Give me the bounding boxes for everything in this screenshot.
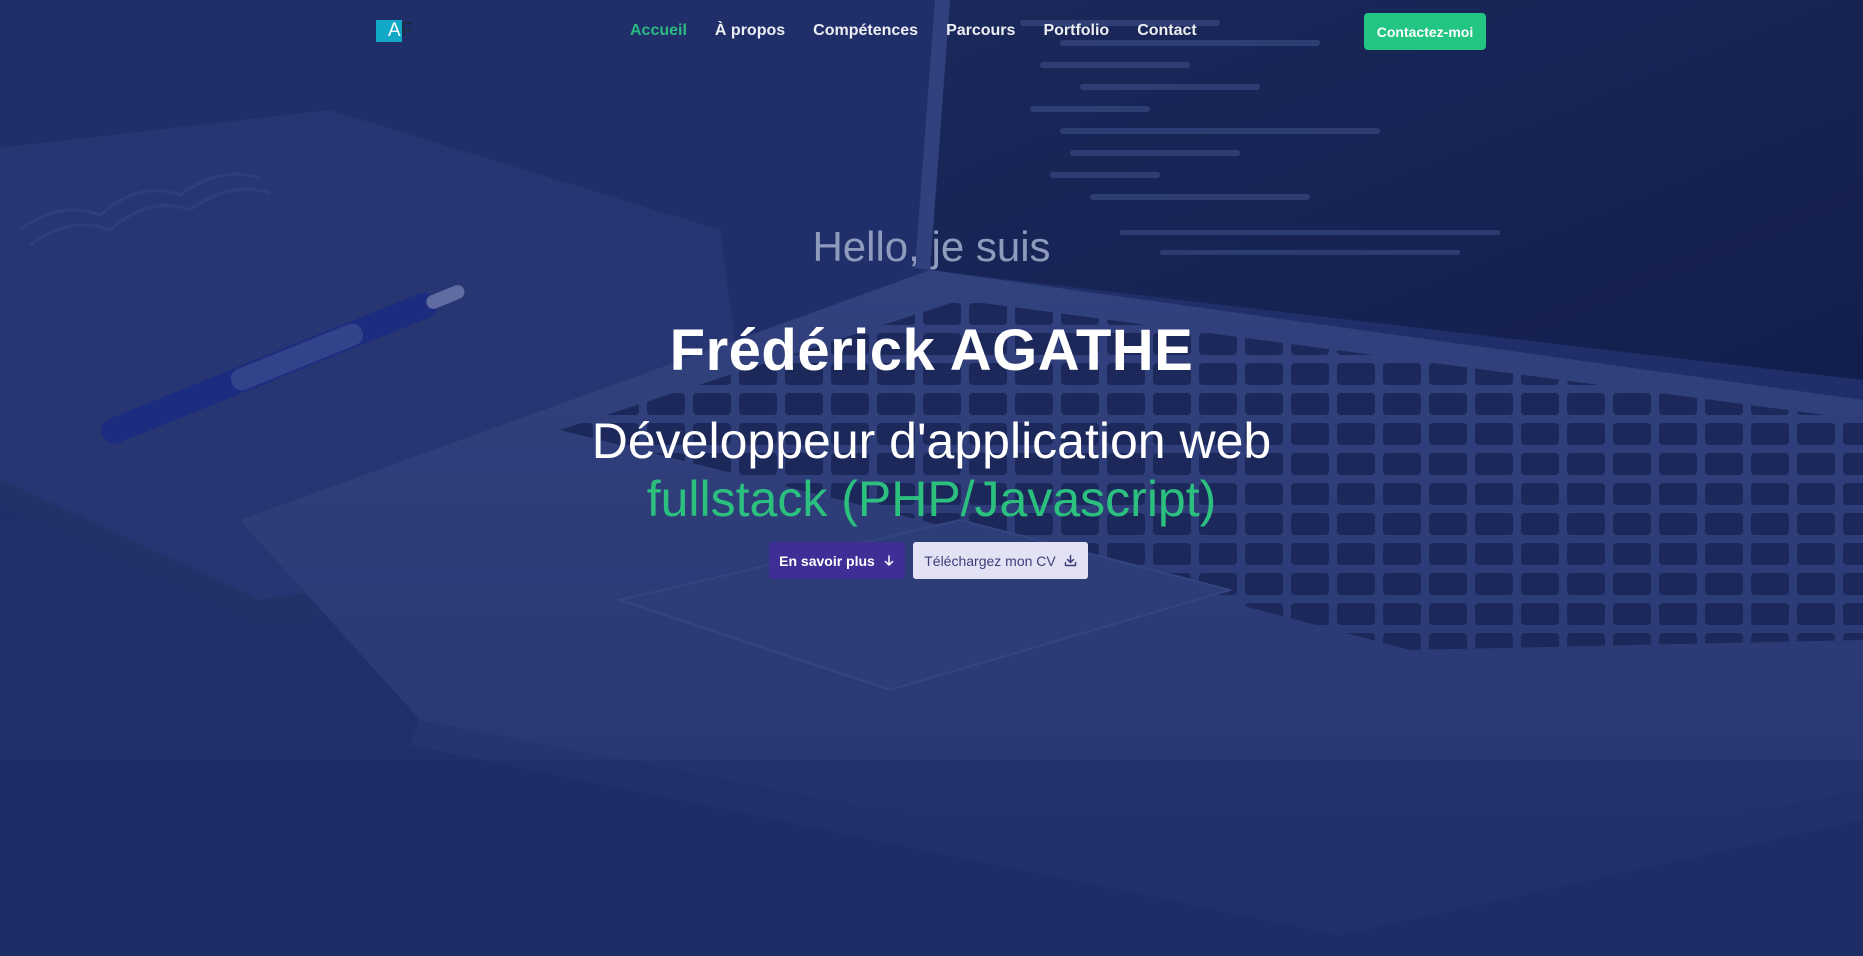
download-cv-label: Téléchargez mon CV <box>924 552 1056 569</box>
site-logo[interactable]: A F <box>376 20 413 42</box>
hero-name: Frédérick AGATHE <box>669 318 1194 383</box>
logo-letter-a: A <box>388 20 401 41</box>
learn-more-button[interactable]: En savoir plus <box>769 542 905 579</box>
hero-buttons: En savoir plus Téléchargez mon CV <box>769 542 1088 579</box>
hero-content: Hello, je suis Frédérick AGATHE Développ… <box>0 222 1863 528</box>
hero-section: A F Accueil À propos Compétences Parcour… <box>0 0 1863 956</box>
nav-link-portfolio[interactable]: Portfolio <box>1043 22 1109 40</box>
top-navbar: A F Accueil À propos Compétences Parcour… <box>0 0 1863 62</box>
learn-more-label: En savoir plus <box>779 552 875 569</box>
hero-role-highlight: fullstack (PHP/Javascript) <box>646 471 1217 527</box>
nav-link-accueil[interactable]: Accueil <box>630 22 687 40</box>
nav-link-a-propos[interactable]: À propos <box>715 22 785 40</box>
contact-button[interactable]: Contactez-moi <box>1364 13 1486 50</box>
logo-letter-f: F <box>401 20 413 41</box>
nav-link-contact[interactable]: Contact <box>1137 22 1197 40</box>
nav-links: Accueil À propos Compétences Parcours Po… <box>630 20 1197 42</box>
arrow-down-icon <box>883 554 895 567</box>
hero-greeting: Hello, je suis <box>812 223 1051 270</box>
download-icon <box>1064 554 1077 567</box>
download-cv-button[interactable]: Téléchargez mon CV <box>913 542 1088 579</box>
nav-link-parcours[interactable]: Parcours <box>946 22 1015 40</box>
hero-role: Développeur d'application web <box>591 413 1272 469</box>
nav-link-competences[interactable]: Compétences <box>813 22 918 40</box>
